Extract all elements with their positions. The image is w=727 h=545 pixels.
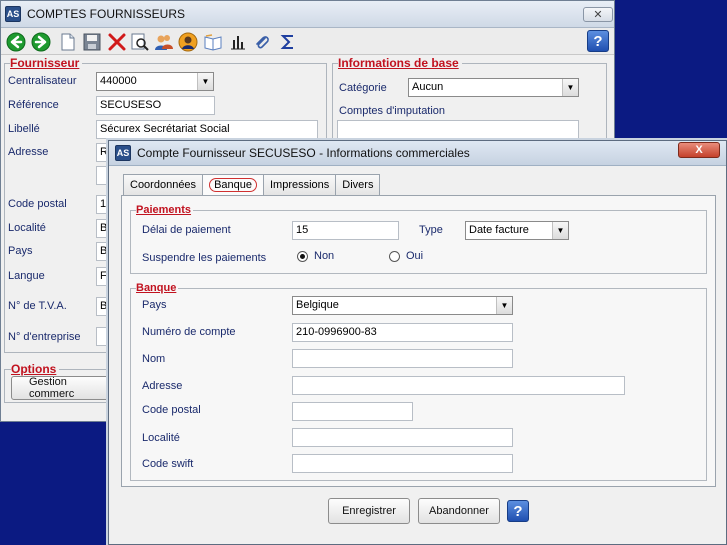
centralisateur-select[interactable]: 440000 ▼ bbox=[96, 72, 214, 91]
categorie-value: Aucun bbox=[412, 81, 444, 93]
fournisseur-section-title: Fournisseur bbox=[10, 56, 83, 70]
centralisateur-label: Centralisateur bbox=[8, 75, 77, 87]
banque-pays-label: Pays bbox=[142, 299, 167, 311]
close-button[interactable]: ✕ bbox=[583, 7, 613, 22]
banque-localite-label: Localité bbox=[142, 432, 180, 444]
app-icon: AS bbox=[5, 6, 21, 22]
nom-label: Nom bbox=[142, 353, 166, 365]
banque-adresse-label: Adresse bbox=[142, 380, 183, 392]
gestion-commerciale-button[interactable]: Gestion commerc bbox=[11, 376, 111, 400]
radio-non[interactable]: Non bbox=[297, 250, 334, 262]
banque-pays-select[interactable]: Belgique ▼ bbox=[292, 296, 513, 315]
window-titlebar: AS COMPTES FOURNISSEURS ✕ bbox=[1, 1, 614, 28]
tva-label: N° de T.V.A. bbox=[8, 300, 67, 312]
sum-sigma-icon[interactable] bbox=[277, 31, 299, 53]
radio-oui-label: Oui bbox=[406, 250, 424, 262]
back-arrow-icon[interactable] bbox=[5, 31, 27, 53]
reference-label: Référence bbox=[8, 99, 59, 111]
radio-non-label: Non bbox=[314, 250, 335, 262]
categorie-select[interactable]: Aucun ▼ bbox=[408, 78, 579, 97]
comptes-imputation-label: Comptes d'imputation bbox=[339, 105, 446, 117]
banque-localite-field[interactable] bbox=[292, 428, 513, 447]
book-icon[interactable] bbox=[202, 31, 224, 53]
tab-banque[interactable]: Banque bbox=[202, 174, 264, 196]
reference-field[interactable]: SECUSESO bbox=[96, 96, 215, 115]
banque-group-title: Banque bbox=[136, 282, 179, 294]
type-value: Date facture bbox=[469, 224, 529, 236]
chevron-down-icon[interactable]: ▼ bbox=[496, 297, 512, 314]
preview-search-icon[interactable] bbox=[129, 31, 151, 53]
adresse-label: Adresse bbox=[8, 146, 49, 158]
paperclip-icon[interactable] bbox=[251, 31, 273, 53]
chart-icon[interactable] bbox=[227, 31, 249, 53]
categorie-label: Catégorie bbox=[339, 82, 387, 94]
delai-paiement-field[interactable]: 15 bbox=[292, 221, 399, 240]
banque-adresse-field[interactable] bbox=[292, 376, 625, 395]
code-swift-label: Code swift bbox=[142, 458, 194, 470]
forward-arrow-icon[interactable] bbox=[30, 31, 52, 53]
window-title: COMPTES FOURNISSEURS bbox=[27, 7, 186, 21]
tab-divers[interactable]: Divers bbox=[335, 174, 381, 195]
centralisateur-value: 440000 bbox=[100, 75, 137, 87]
type-select[interactable]: Date facture ▼ bbox=[465, 221, 569, 240]
dialog-titlebar: AS Compte Fournisseur SECUSESO - Informa… bbox=[109, 141, 726, 166]
compte-fournisseur-dialog: AS Compte Fournisseur SECUSESO - Informa… bbox=[108, 140, 727, 545]
tab-bar: Coordonnées Banque Impressions Divers bbox=[123, 174, 381, 196]
pays-label: Pays bbox=[8, 245, 33, 257]
abandonner-button[interactable]: Abandonner bbox=[418, 498, 500, 524]
numero-compte-field[interactable]: 210-0996900-83 bbox=[292, 323, 513, 342]
localite-label: Localité bbox=[8, 222, 46, 234]
radio-oui[interactable]: Oui bbox=[389, 250, 423, 262]
dialog-title: Compte Fournisseur SECUSESO - Informatio… bbox=[137, 146, 470, 160]
toolbar: ? bbox=[1, 28, 614, 55]
comptes-imputation-field[interactable] bbox=[337, 120, 579, 142]
users-icon[interactable] bbox=[153, 31, 175, 53]
chevron-down-icon[interactable]: ▼ bbox=[552, 222, 568, 239]
app-icon: AS bbox=[115, 145, 131, 161]
banque-pays-value: Belgique bbox=[296, 299, 339, 311]
save-disk-icon[interactable] bbox=[81, 31, 103, 53]
langue-label: Langue bbox=[8, 270, 45, 282]
radio-off-icon bbox=[389, 250, 400, 262]
info-base-section-title: Informations de base bbox=[338, 56, 462, 70]
paiements-group bbox=[130, 210, 707, 274]
code-swift-field[interactable] bbox=[292, 454, 513, 473]
tab-banque-label: Banque bbox=[209, 178, 257, 192]
paiements-group-title: Paiements bbox=[136, 204, 194, 216]
new-document-icon[interactable] bbox=[57, 31, 79, 53]
libelle-field[interactable]: Sécurex Secrétariat Social bbox=[96, 120, 318, 139]
tab-coordonnees[interactable]: Coordonnées bbox=[123, 174, 204, 195]
options-section-title: Options bbox=[11, 362, 60, 376]
code-postal-label: Code postal bbox=[8, 198, 67, 210]
chevron-down-icon[interactable]: ▼ bbox=[562, 79, 578, 96]
tab-impressions[interactable]: Impressions bbox=[263, 174, 337, 195]
banque-tab-panel: Paiements Délai de paiement 15 Type Date… bbox=[121, 195, 716, 487]
entreprise-label: N° d'entreprise bbox=[8, 331, 81, 343]
suspendre-paiements-label: Suspendre les paiements bbox=[142, 252, 267, 264]
enregistrer-button[interactable]: Enregistrer bbox=[328, 498, 410, 524]
banque-code-postal-label: Code postal bbox=[142, 404, 201, 416]
radio-on-icon bbox=[297, 250, 308, 262]
help-icon[interactable]: ? bbox=[507, 500, 529, 522]
numero-compte-label: Numéro de compte bbox=[142, 326, 236, 338]
delai-paiement-label: Délai de paiement bbox=[142, 224, 231, 236]
help-icon[interactable]: ? bbox=[587, 30, 609, 52]
chevron-down-icon[interactable]: ▼ bbox=[197, 73, 213, 90]
dialog-close-button[interactable]: X bbox=[678, 142, 720, 158]
contact-icon[interactable] bbox=[177, 31, 199, 53]
delete-icon[interactable] bbox=[106, 31, 128, 53]
banque-code-postal-field[interactable] bbox=[292, 402, 413, 421]
libelle-label: Libellé bbox=[8, 123, 40, 135]
type-label: Type bbox=[419, 224, 443, 236]
nom-field[interactable] bbox=[292, 349, 513, 368]
